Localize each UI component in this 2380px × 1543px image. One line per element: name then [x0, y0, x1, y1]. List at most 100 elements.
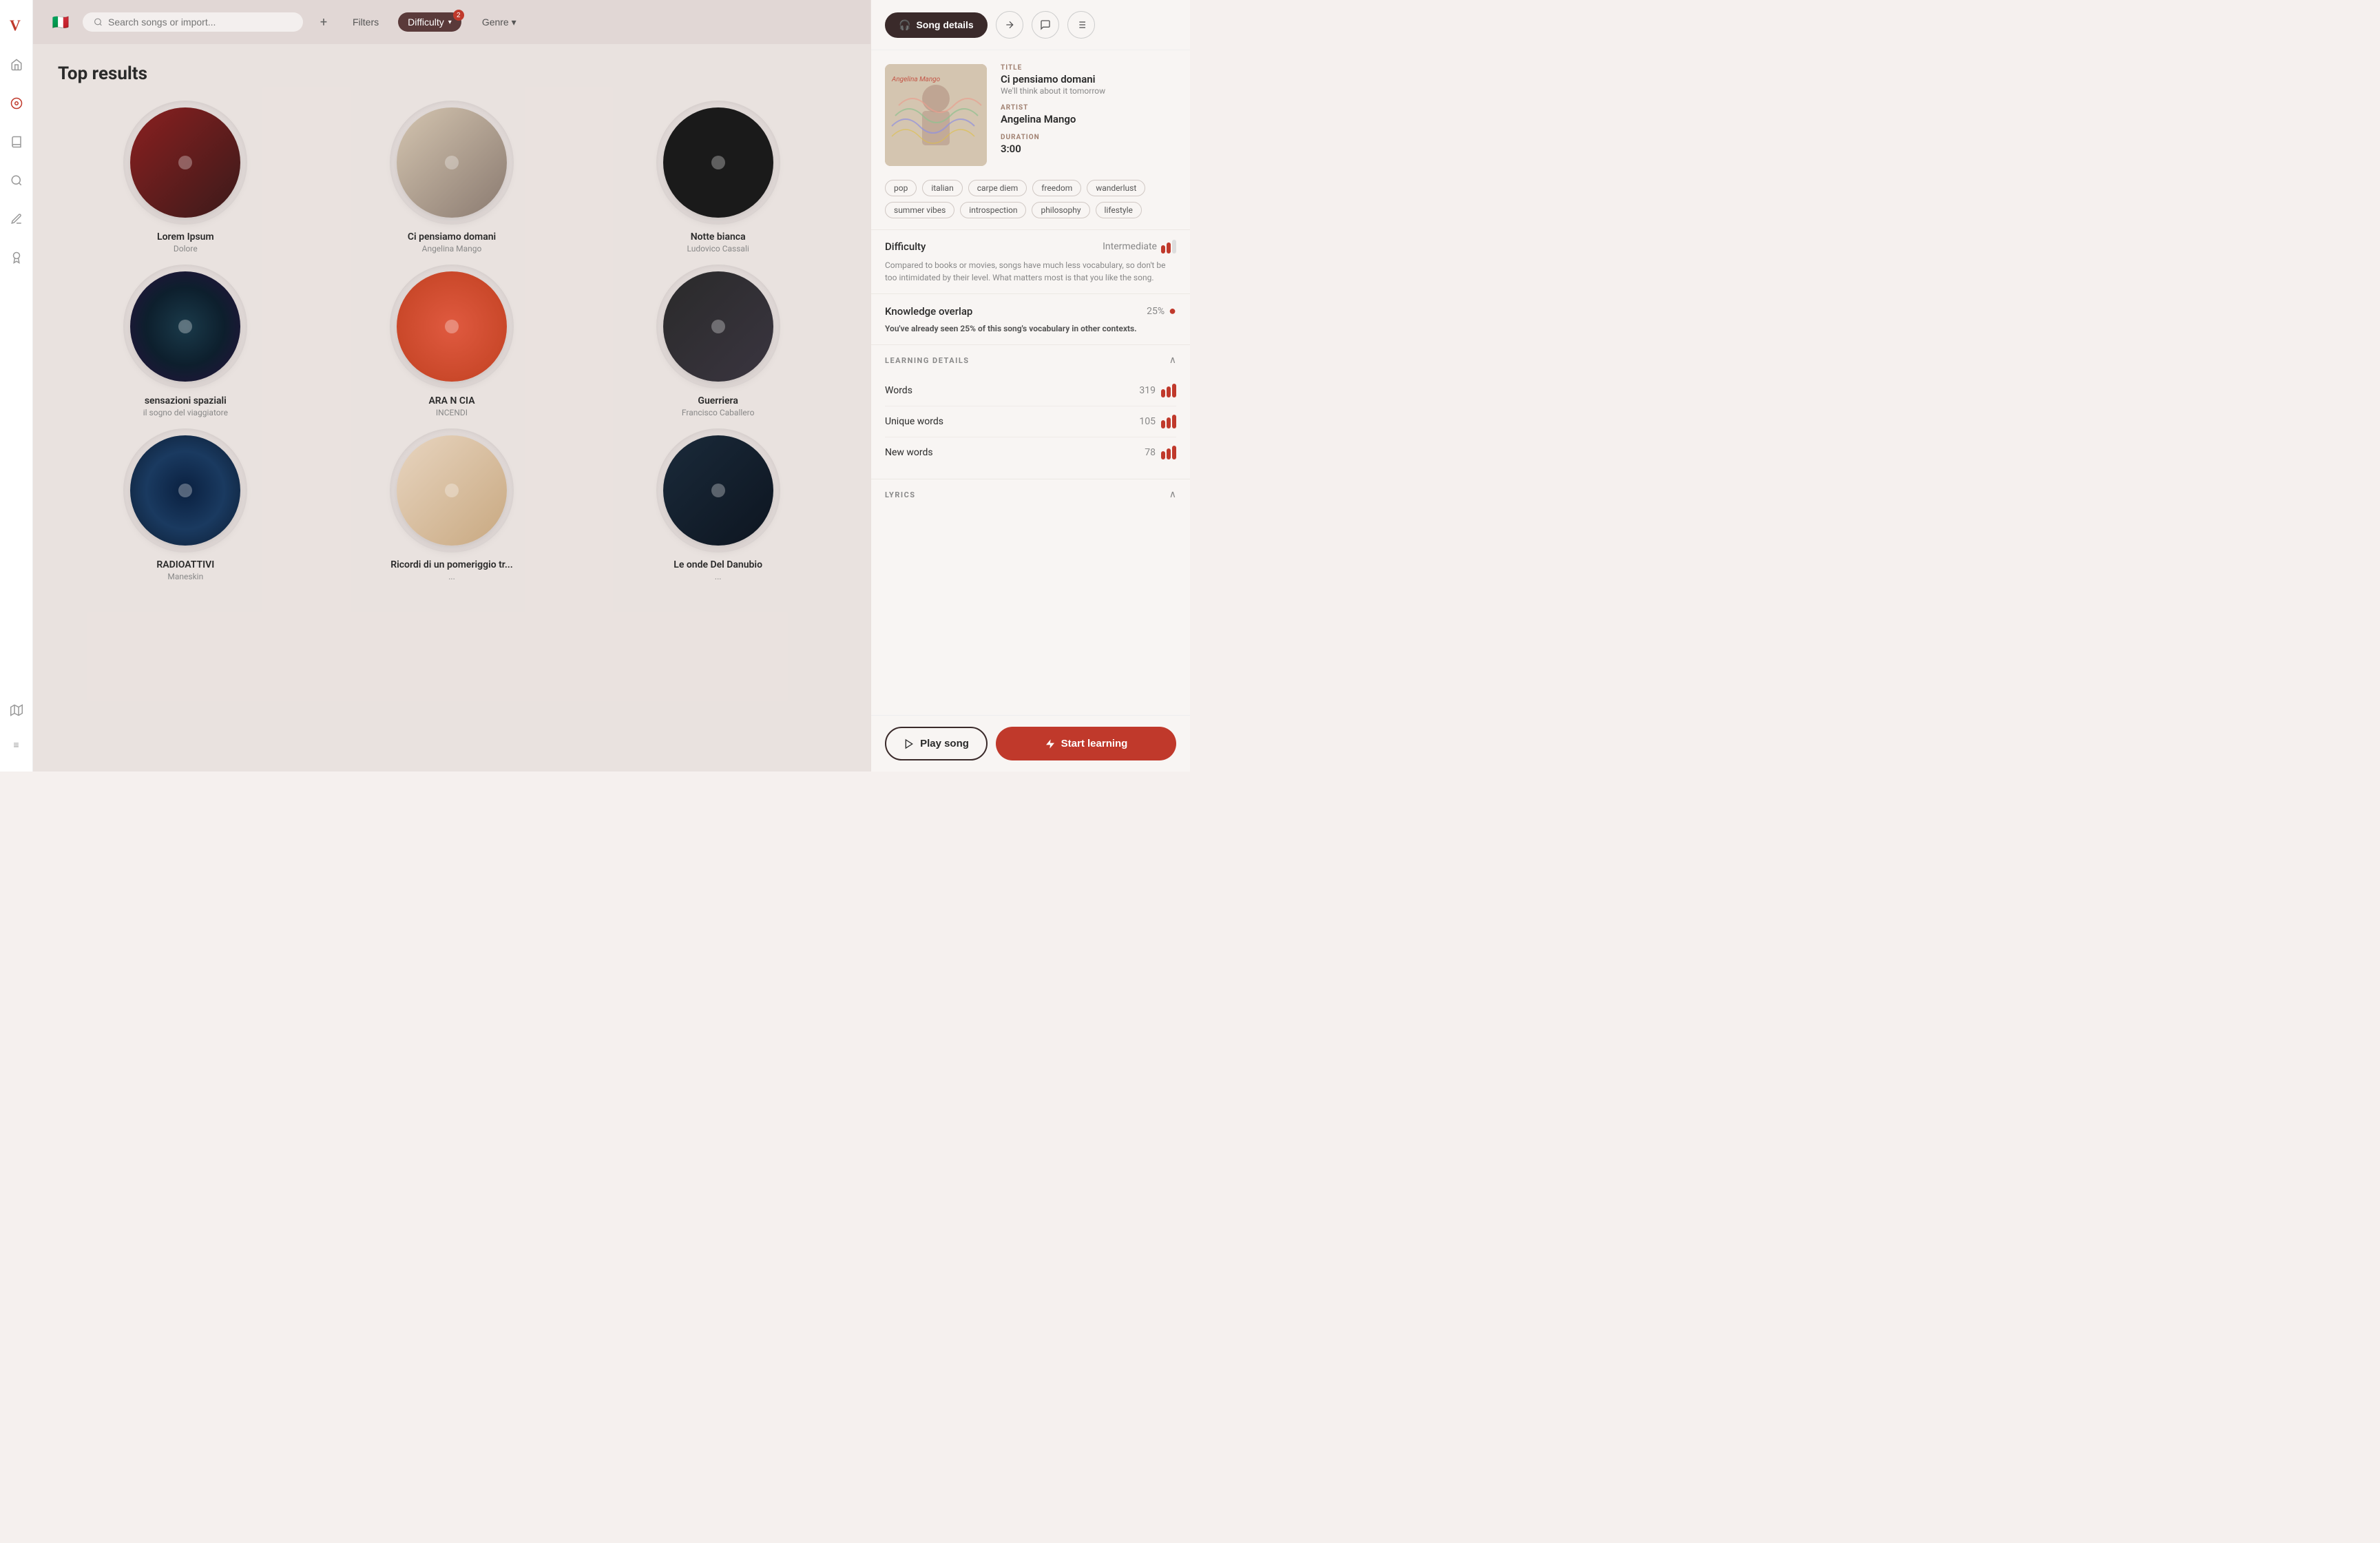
- sidebar-item-home[interactable]: [7, 55, 26, 74]
- artist-label: ARTIST: [1001, 104, 1176, 112]
- tag-carpe-diem[interactable]: carpe diem: [968, 180, 1027, 196]
- song-name: Le onde Del Danubio: [674, 559, 762, 570]
- song-name: Lorem Ipsum: [157, 231, 214, 242]
- content-area: Top results Lorem Ipsum Dolore Ci pensia…: [33, 44, 870, 772]
- sidebar-item-practice[interactable]: [7, 209, 26, 229]
- tag-summer-vibes[interactable]: summer vibes: [885, 202, 954, 218]
- song-artist-label: ...: [715, 572, 722, 581]
- lyrics-chevron-icon: ∧: [1169, 489, 1176, 500]
- right-panel-header: 🎧 Song details: [871, 0, 1190, 50]
- learning-item-new-words: New words 78: [885, 437, 1176, 468]
- disc-outer: [390, 428, 514, 552]
- song-card-2[interactable]: Notte bianca Ludovico Cassali: [590, 101, 846, 253]
- song-name: Notte bianca: [691, 231, 746, 242]
- tag-freedom[interactable]: freedom: [1032, 180, 1081, 196]
- song-name: RADIOATTIVI: [156, 559, 214, 570]
- settings-button[interactable]: [1067, 11, 1095, 39]
- bars: [1161, 415, 1176, 428]
- right-panel: 🎧 Song details: [870, 0, 1190, 772]
- lightning-icon: [1045, 738, 1056, 749]
- song-disc: [397, 435, 507, 546]
- lyrics-header[interactable]: LYRICS ∧: [871, 479, 1190, 510]
- learning-item-words: Words 319: [885, 375, 1176, 406]
- search-icon: [94, 17, 103, 27]
- search-input[interactable]: [108, 17, 292, 28]
- menu-icon[interactable]: ≡: [13, 739, 19, 751]
- song-artist-label: Francisco Caballero: [682, 408, 755, 417]
- headphones-icon: 🎧: [899, 19, 910, 31]
- song-card-3[interactable]: sensazioni spaziali il sogno del viaggia…: [58, 265, 313, 417]
- sidebar: V ≡: [0, 0, 33, 772]
- tag-lifestyle[interactable]: lifestyle: [1096, 202, 1142, 218]
- tag-wanderlust[interactable]: wanderlust: [1087, 180, 1145, 196]
- filters-button[interactable]: Filters: [344, 12, 387, 32]
- song-artist-label: Maneskin: [167, 572, 203, 581]
- knowledge-label: Knowledge overlap: [885, 305, 972, 318]
- language-flag[interactable]: 🇮🇹: [50, 11, 72, 33]
- add-button[interactable]: +: [314, 12, 333, 32]
- item-value: 78: [1145, 446, 1176, 459]
- song-card-4[interactable]: ARA N CIA INCENDI: [324, 265, 580, 417]
- bottom-bar: Play song Start learning: [871, 715, 1190, 772]
- song-name: ARA N CIA: [428, 395, 474, 406]
- review-button[interactable]: [1032, 11, 1059, 39]
- song-card-5[interactable]: Guerriera Francisco Caballero: [590, 265, 846, 417]
- learning-details-header[interactable]: LEARNING DETAILS ∧: [871, 345, 1190, 375]
- song-disc: [663, 271, 773, 382]
- learning-items: Words 319 Unique words 105 New words 78: [871, 375, 1190, 479]
- disc-outer: [123, 428, 247, 552]
- svg-text:Angelina Mango: Angelina Mango: [891, 76, 941, 83]
- song-card-0[interactable]: Lorem Ipsum Dolore: [58, 101, 313, 253]
- tag-introspection[interactable]: introspection: [960, 202, 1026, 218]
- song-artist-label: INCENDI: [436, 408, 468, 417]
- sidebar-item-collections[interactable]: [7, 248, 26, 267]
- section-title: Top results: [58, 63, 846, 84]
- song-artist: Angelina Mango: [1001, 113, 1176, 125]
- song-duration: 3:00: [1001, 143, 1176, 155]
- lyrics-label: LYRICS: [885, 490, 916, 499]
- song-name: sensazioni spaziali: [145, 395, 227, 406]
- genre-button[interactable]: Genre ▾: [472, 12, 526, 32]
- sidebar-item-library[interactable]: [7, 132, 26, 152]
- bars: [1161, 446, 1176, 459]
- search-bar[interactable]: [83, 12, 303, 32]
- song-disc: [397, 271, 507, 382]
- song-card-6[interactable]: RADIOATTIVI Maneskin: [58, 428, 313, 581]
- song-disc: [130, 271, 240, 382]
- play-song-button[interactable]: Play song: [885, 727, 988, 760]
- disc-outer: [123, 101, 247, 225]
- sidebar-item-map[interactable]: [7, 701, 26, 720]
- chevron-up-icon: ∧: [1169, 355, 1176, 366]
- song-disc: [130, 107, 240, 218]
- tag-italian[interactable]: italian: [922, 180, 962, 196]
- item-label: Words: [885, 385, 912, 396]
- play-icon: [904, 738, 915, 749]
- difficulty-bars: [1161, 240, 1176, 253]
- album-art: Angelina Mango: [885, 64, 987, 166]
- song-card-7[interactable]: Ricordi di un pomeriggio tr... ...: [324, 428, 580, 581]
- song-subtitle: We'll think about it tomorrow: [1001, 86, 1176, 96]
- svg-text:V: V: [10, 17, 21, 34]
- difficulty-button[interactable]: Difficulty ▾ 2: [398, 12, 461, 32]
- knowledge-section: Knowledge overlap 25% ● You've already s…: [871, 293, 1190, 344]
- difficulty-badge: 2: [453, 10, 464, 21]
- song-artist-label: Dolore: [174, 244, 198, 253]
- translate-icon: [1004, 19, 1015, 30]
- tag-philosophy[interactable]: philosophy: [1032, 202, 1089, 218]
- disc-outer: [656, 265, 780, 389]
- sidebar-item-explore[interactable]: [7, 94, 26, 113]
- start-learning-button[interactable]: Start learning: [996, 727, 1176, 760]
- translate-button[interactable]: [996, 11, 1023, 39]
- song-card-1[interactable]: Ci pensiamo domani Angelina Mango: [324, 101, 580, 253]
- song-disc: [663, 107, 773, 218]
- song-meta: TITLE Ci pensiamo domani We'll think abo…: [1001, 64, 1176, 166]
- song-details-tab[interactable]: 🎧 Song details: [885, 12, 988, 38]
- difficulty-value: Intermediate: [1103, 240, 1176, 253]
- song-disc: [130, 435, 240, 546]
- sidebar-item-review[interactable]: [7, 171, 26, 190]
- disc-outer: [390, 265, 514, 389]
- learning-details-section: LEARNING DETAILS ∧ Words 319 Unique word…: [871, 344, 1190, 479]
- song-card-8[interactable]: Le onde Del Danubio ...: [590, 428, 846, 581]
- tag-pop[interactable]: pop: [885, 180, 917, 196]
- app-logo[interactable]: V: [6, 14, 28, 36]
